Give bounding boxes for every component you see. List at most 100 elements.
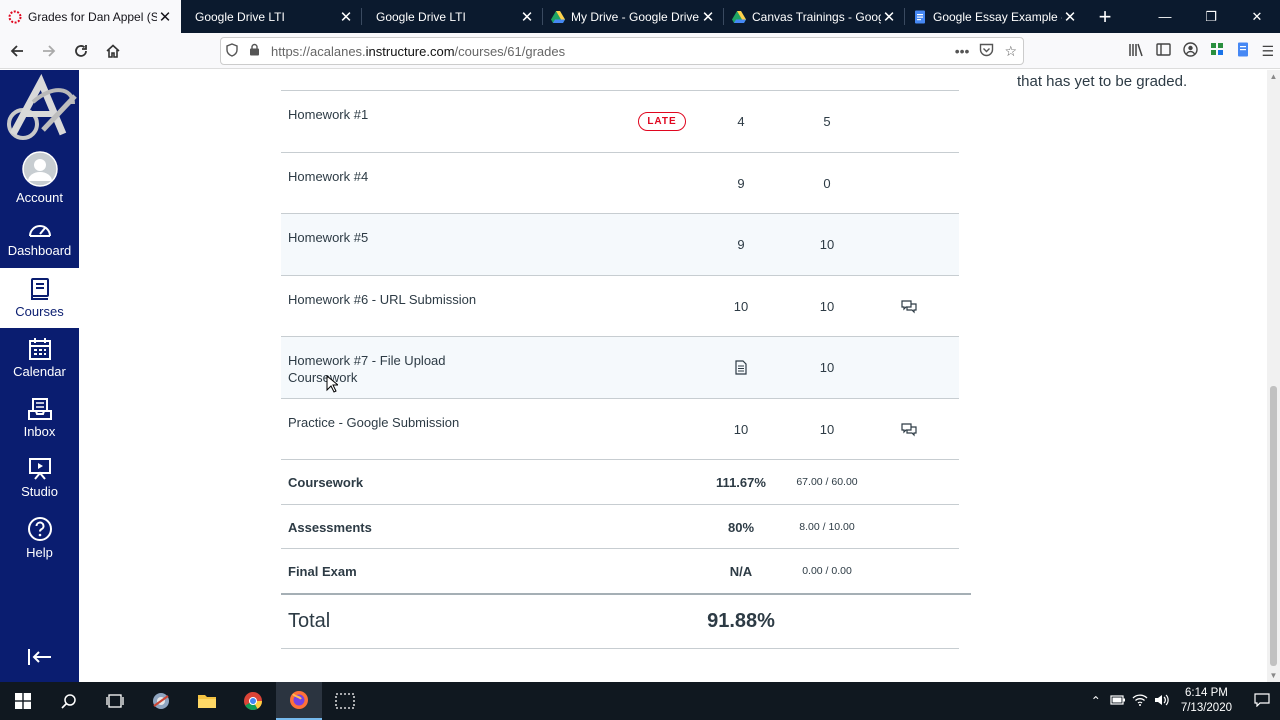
global-nav-help[interactable]: Help bbox=[0, 508, 79, 568]
browser-tab-drive-lti-2[interactable]: Google Drive LTI ✕ bbox=[362, 0, 543, 33]
pocket-icon[interactable] bbox=[979, 43, 994, 60]
table-row: Homework #6 - URL Submission 10 10 bbox=[281, 274, 959, 337]
url-bar[interactable]: https://acalanes.instructure.com/courses… bbox=[220, 37, 1024, 65]
volume-icon[interactable] bbox=[1151, 693, 1173, 710]
assignment-score: 10 bbox=[733, 421, 749, 437]
scrollbar-thumb[interactable] bbox=[1270, 386, 1277, 666]
browser-tab-google-essay[interactable]: Google Essay Example - ( ✕ bbox=[905, 0, 1086, 33]
assignment-name-link[interactable]: Homework #1 bbox=[288, 106, 488, 123]
windows-taskbar: ⌃ 6:14 PM 7/13/2020 bbox=[0, 682, 1280, 720]
lock-icon[interactable] bbox=[243, 43, 265, 59]
tab-title: Google Drive LTI bbox=[376, 9, 466, 24]
browser-tab-bar: Grades for Dan Appel (St ✕ Google Drive … bbox=[0, 0, 1280, 33]
assignment-name-link[interactable]: Homework #7 - File Upload bbox=[288, 353, 446, 368]
close-icon[interactable]: ✕ bbox=[1062, 8, 1078, 26]
close-icon[interactable]: ✕ bbox=[700, 8, 716, 26]
reload-icon[interactable] bbox=[66, 36, 96, 66]
window-close-icon[interactable]: ✕ bbox=[1234, 0, 1280, 33]
battery-icon[interactable] bbox=[1107, 694, 1129, 708]
library-icon[interactable] bbox=[1128, 43, 1144, 60]
scroll-down-arrow-icon[interactable]: ▼ bbox=[1267, 671, 1280, 680]
browser-tab-drive-lti-1[interactable]: Google Drive LTI ✕ bbox=[181, 0, 362, 33]
group-fraction: 8.00 / 10.00 bbox=[799, 520, 855, 533]
global-nav-dashboard[interactable]: Dashboard bbox=[0, 208, 79, 268]
clock-time: 6:14 PM bbox=[1185, 687, 1228, 699]
new-tab-plus-icon[interactable]: + bbox=[1086, 0, 1124, 33]
assignment-score: 9 bbox=[737, 175, 745, 191]
global-nav-account[interactable]: Account bbox=[0, 148, 79, 208]
wifi-icon[interactable] bbox=[1129, 693, 1151, 709]
close-icon[interactable]: ✕ bbox=[519, 8, 535, 26]
canvas-favicon-icon bbox=[8, 10, 22, 23]
forward-arrow-icon[interactable] bbox=[34, 36, 64, 66]
taskbar-clock[interactable]: 6:14 PM 7/13/2020 bbox=[1181, 686, 1232, 716]
snipping-tool-icon[interactable] bbox=[322, 682, 368, 720]
firefox-icon[interactable] bbox=[276, 682, 322, 720]
help-icon bbox=[27, 517, 52, 541]
sidebar-toggle-icon[interactable] bbox=[1156, 43, 1172, 59]
notifications-icon[interactable] bbox=[1244, 692, 1280, 710]
chevron-up-icon[interactable]: ⌃ bbox=[1085, 694, 1107, 708]
comment-bubble-icon[interactable] bbox=[901, 299, 917, 319]
total-percent: 91.88% bbox=[707, 609, 775, 632]
global-nav-calendar[interactable]: Calendar bbox=[0, 328, 79, 388]
task-view-icon[interactable] bbox=[92, 682, 138, 720]
group-percent: 111.67% bbox=[716, 475, 766, 490]
assignment-group-label: Coursework bbox=[288, 370, 358, 385]
scroll-up-arrow-icon[interactable]: ▲ bbox=[1267, 72, 1280, 81]
windows-start-icon[interactable] bbox=[0, 682, 46, 720]
app-icon-network-tool[interactable] bbox=[138, 682, 184, 720]
comment-bubble-icon[interactable] bbox=[901, 422, 917, 442]
browser-tab-canvas-trainings[interactable]: Canvas Trainings - Goog ✕ bbox=[724, 0, 905, 33]
table-row: Homework #1 LATE 4 5 bbox=[281, 90, 959, 152]
page-scrollbar[interactable]: ▲ ▼ bbox=[1267, 70, 1280, 682]
google-docs-icon bbox=[915, 10, 925, 23]
page-actions-icon[interactable]: ••• bbox=[955, 43, 970, 60]
assignment-score: 9 bbox=[737, 237, 745, 252]
total-label: Total bbox=[288, 609, 331, 632]
nav-label: Dashboard bbox=[7, 243, 72, 258]
assignment-out-of: 5 bbox=[823, 114, 831, 129]
back-arrow-icon[interactable] bbox=[2, 36, 32, 66]
search-icon[interactable] bbox=[46, 682, 92, 720]
nav-label: Studio bbox=[21, 484, 58, 499]
extensions-grid-icon[interactable] bbox=[1210, 42, 1225, 60]
firefox-account-icon[interactable] bbox=[1183, 42, 1199, 60]
assignment-name-link[interactable]: Homework #4 bbox=[288, 168, 488, 185]
system-tray: ⌃ 6:14 PM 7/13/2020 bbox=[1085, 682, 1280, 720]
browser-tab-grades[interactable]: Grades for Dan Appel (St ✕ bbox=[0, 0, 181, 33]
close-icon[interactable]: ✕ bbox=[338, 8, 354, 26]
acalanes-logo-icon bbox=[6, 74, 77, 140]
assignment-name-link[interactable]: Practice - Google Submission bbox=[288, 414, 488, 431]
nav-label: Help bbox=[26, 545, 53, 560]
nav-label: Calendar bbox=[13, 364, 66, 379]
file-explorer-icon[interactable] bbox=[184, 682, 230, 720]
restore-icon[interactable]: ❐ bbox=[1188, 0, 1234, 33]
global-nav-courses[interactable]: Courses bbox=[0, 268, 79, 328]
global-nav-studio[interactable]: Studio bbox=[0, 448, 79, 508]
group-total-row: Assessments 80% 8.00 / 10.00 bbox=[281, 503, 959, 549]
grades-page-content: that has yet to be graded. Homework #1 L… bbox=[79, 70, 1267, 682]
mouse-cursor-icon bbox=[326, 375, 338, 393]
collapse-nav-icon[interactable] bbox=[0, 648, 79, 672]
total-row: Total 91.88% bbox=[281, 592, 971, 648]
assignment-name-link[interactable]: Homework #5 bbox=[288, 229, 488, 246]
submitted-document-icon[interactable] bbox=[701, 360, 781, 378]
minimize-icon[interactable]: — bbox=[1142, 0, 1188, 33]
assignment-name-link[interactable]: Homework #6 - URL Submission bbox=[288, 291, 488, 308]
tab-title: Grades for Dan Appel (St bbox=[28, 9, 157, 24]
school-logo[interactable] bbox=[0, 70, 79, 148]
close-icon[interactable]: ✕ bbox=[157, 8, 173, 26]
global-nav-inbox[interactable]: Inbox bbox=[0, 388, 79, 448]
assignment-out-of: 10 bbox=[819, 360, 835, 375]
close-icon[interactable]: ✕ bbox=[881, 8, 897, 26]
browser-tab-my-drive[interactable]: My Drive - Google Drive ✕ bbox=[543, 0, 724, 33]
chrome-icon[interactable] bbox=[230, 682, 276, 720]
group-percent: 80% bbox=[727, 519, 755, 535]
google-docs-extension-icon[interactable] bbox=[1237, 42, 1249, 60]
table-row: Homework #5 9 10 bbox=[281, 213, 959, 275]
shield-icon[interactable] bbox=[221, 42, 243, 60]
bookmark-star-icon[interactable]: ☆ bbox=[1004, 43, 1017, 60]
home-icon[interactable] bbox=[98, 36, 128, 66]
menu-hamburger-icon[interactable]: ☰ bbox=[1261, 43, 1274, 60]
